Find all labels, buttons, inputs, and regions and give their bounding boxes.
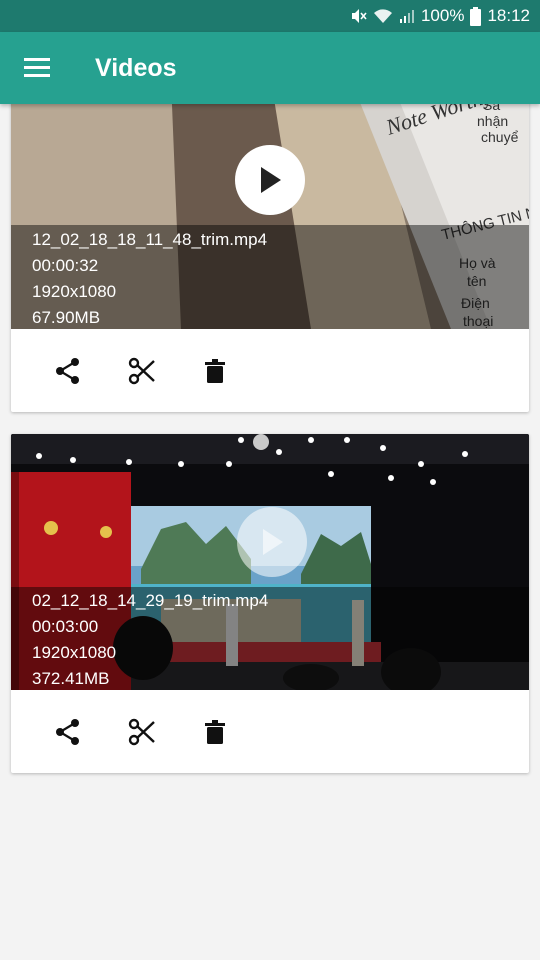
- svg-text:chuyể: chuyể: [481, 129, 519, 145]
- video-thumbnail[interactable]: 02_12_18_14_29_19_trim.mp4 00:03:00 1920…: [11, 434, 529, 690]
- clock: 18:12: [487, 6, 530, 25]
- video-duration: 00:00:32: [32, 256, 99, 275]
- status-icons: 100% 18:12: [349, 0, 530, 32]
- app-bar: Videos: [0, 32, 540, 104]
- video-resolution: 1920x1080: [32, 643, 117, 662]
- delete-icon: [205, 359, 225, 383]
- video-filename: 02_12_18_14_29_19_trim.mp4: [32, 591, 269, 610]
- scissors-icon: [128, 718, 155, 746]
- signal-icon: [399, 10, 414, 23]
- svg-text:nhận: nhận: [477, 113, 508, 129]
- card-actions: [11, 690, 529, 773]
- video-filename: 12_02_18_18_11_48_trim.mp4: [32, 230, 268, 249]
- play-button[interactable]: [237, 507, 307, 577]
- wifi-icon: [373, 9, 392, 23]
- video-resolution: 1920x1080: [32, 282, 117, 301]
- trim-button[interactable]: [122, 712, 162, 752]
- share-button[interactable]: [48, 712, 88, 752]
- card-actions: [11, 329, 529, 412]
- menu-icon: [24, 58, 50, 77]
- status-bar: 100% 18:12: [0, 0, 540, 32]
- mute-icon: [351, 9, 367, 23]
- battery-percent: 100%: [420, 6, 465, 25]
- delete-icon: [205, 720, 225, 744]
- menu-button[interactable]: [14, 45, 60, 91]
- share-button[interactable]: [48, 351, 88, 391]
- play-button[interactable]: [235, 145, 305, 215]
- video-info: 12_02_18_18_11_48_trim.mp4 00:00:32 1920…: [11, 225, 529, 329]
- delete-button[interactable]: [195, 351, 235, 391]
- play-icon: [263, 529, 283, 555]
- video-size: 67.90MB: [32, 308, 101, 327]
- share-icon: [56, 719, 79, 745]
- battery-icon: [470, 6, 482, 26]
- delete-button[interactable]: [195, 712, 235, 752]
- video-thumbnail[interactable]: Note Worthy Sả nhận chuyể THÔNG TIN NG H…: [11, 80, 529, 329]
- video-card: Note Worthy Sả nhận chuyể THÔNG TIN NG H…: [11, 80, 529, 412]
- trim-button[interactable]: [122, 351, 162, 391]
- share-icon: [56, 358, 79, 384]
- video-duration: 00:03:00: [32, 617, 99, 636]
- video-size: 372.41MB: [32, 669, 110, 688]
- play-icon: [261, 167, 281, 193]
- scissors-icon: [128, 357, 155, 385]
- page-title: Videos: [95, 54, 177, 82]
- video-card: 02_12_18_14_29_19_trim.mp4 00:03:00 1920…: [11, 434, 529, 773]
- video-info: 02_12_18_14_29_19_trim.mp4 00:03:00 1920…: [11, 587, 529, 690]
